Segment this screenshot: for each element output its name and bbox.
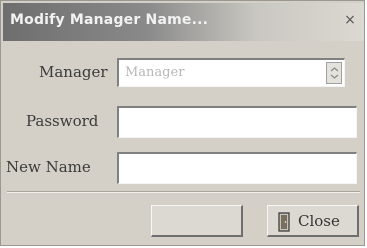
new-name-label: New Name <box>6 158 91 176</box>
separator <box>7 191 360 193</box>
title-bar[interactable]: Modify Manager Name... × <box>3 3 364 41</box>
password-field[interactable] <box>117 106 357 138</box>
new-name-field[interactable] <box>117 152 357 184</box>
manager-select-value: Manager <box>125 65 185 80</box>
chevron-down-icon[interactable] <box>326 62 342 84</box>
manager-select[interactable]: Manager <box>117 58 345 87</box>
close-icon[interactable]: × <box>343 13 357 27</box>
door-exit-icon <box>276 212 292 236</box>
ok-button[interactable] <box>151 205 243 237</box>
close-button[interactable]: Close <box>267 205 359 237</box>
modify-manager-dialog: Modify Manager Name... × Manager Manager… <box>0 0 365 246</box>
manager-label: Manager <box>39 63 108 81</box>
password-label: Password <box>26 112 99 130</box>
close-button-label: Close <box>298 212 340 230</box>
window-title: Modify Manager Name... <box>10 12 209 28</box>
